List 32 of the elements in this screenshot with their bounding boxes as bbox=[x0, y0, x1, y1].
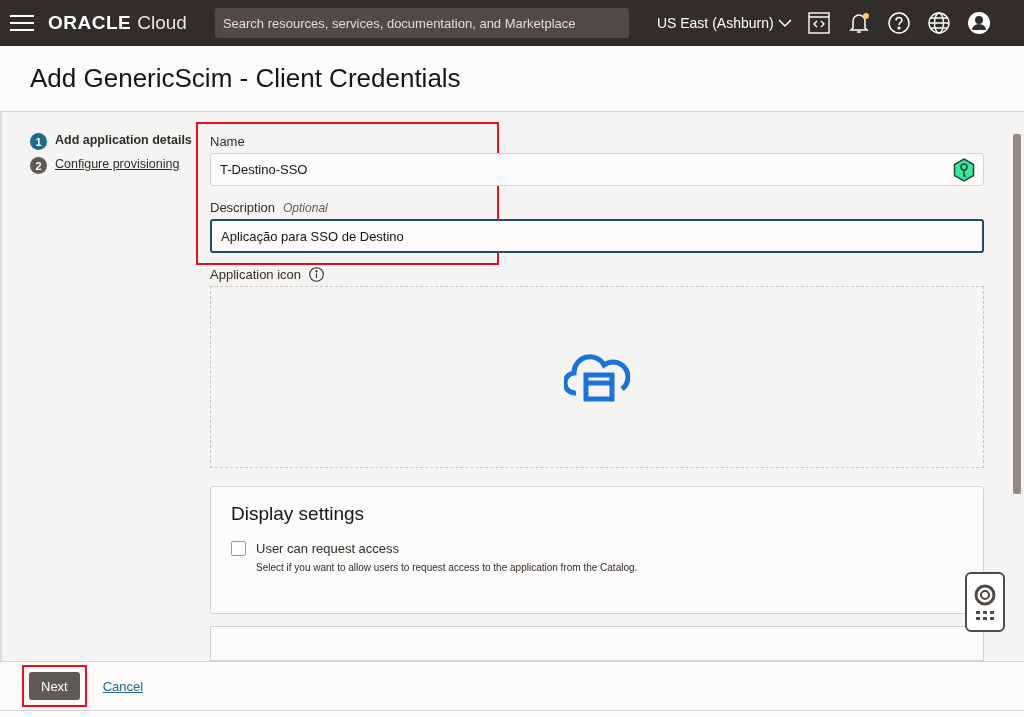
checkbox[interactable] bbox=[231, 540, 246, 556]
code-editor-icon[interactable] bbox=[805, 10, 832, 36]
info-icon[interactable] bbox=[309, 267, 325, 282]
checkbox-label: User can request access bbox=[256, 540, 400, 556]
lifebuoy-icon bbox=[973, 583, 997, 607]
field-label: Application icon bbox=[210, 267, 302, 282]
search-field[interactable]: Search resources, services, documentation, and Marketplace bbox=[214, 8, 629, 38]
globe-icon[interactable] bbox=[925, 10, 952, 36]
name-field[interactable]: T-Destino-SSO bbox=[210, 153, 984, 186]
region-selector[interactable]: US East (Ashburn) bbox=[656, 15, 792, 31]
help-widget-button[interactable] bbox=[965, 572, 1005, 632]
optional-hint: Optional bbox=[283, 200, 328, 215]
brand-product: Cloud bbox=[137, 12, 187, 34]
menu-icon[interactable] bbox=[10, 15, 34, 31]
step-link[interactable]: Add application details bbox=[55, 132, 192, 149]
help-icon[interactable] bbox=[885, 10, 912, 36]
brand-logo[interactable]: ORACLE bbox=[48, 12, 132, 34]
description-field[interactable]: Aplicação para SSO de Destino bbox=[210, 219, 984, 253]
help-text: Select if you want to allow users to request access to the application from the Catalog. bbox=[256, 561, 639, 573]
user-avatar-icon[interactable] bbox=[965, 10, 992, 36]
step-link[interactable]: Configure provisioning bbox=[55, 156, 180, 173]
cancel-link[interactable]: Cancel bbox=[102, 678, 144, 694]
field-label: Description bbox=[210, 200, 276, 215]
next-button[interactable]: Next bbox=[29, 672, 80, 700]
dots-grid-icon bbox=[976, 611, 994, 621]
page-title: Add GenericScim - Client Credentials bbox=[30, 63, 461, 94]
step-number: 1 bbox=[30, 133, 47, 150]
key-hexagon-icon bbox=[953, 158, 975, 182]
chevron-down-icon bbox=[777, 18, 792, 28]
field-label: Name bbox=[210, 134, 246, 149]
step-number: 2 bbox=[30, 157, 47, 174]
section-title: Display settings bbox=[231, 502, 366, 525]
